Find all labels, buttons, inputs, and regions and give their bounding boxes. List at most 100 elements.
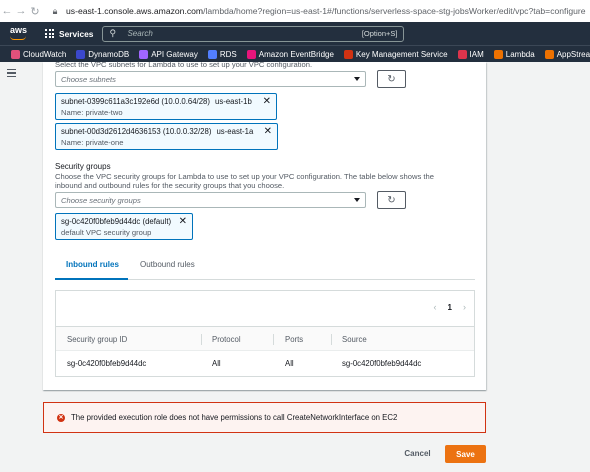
column-divider (331, 334, 332, 345)
refresh-icon: ↻ (387, 194, 396, 206)
remove-subnet-close-icon[interactable]: ✕ (264, 127, 272, 137)
url-host: us-east-1.console.aws.amazon.com (66, 6, 204, 16)
bookmark-label: Key Management Service (355, 49, 448, 59)
bookmark-label: AppStream 2.0 (556, 49, 590, 59)
security-groups-description-1: Choose the VPC security groups for Lambd… (55, 172, 434, 181)
security-groups-select-placeholder: Choose security groups (61, 195, 141, 205)
aws-logo-text: aws (10, 24, 28, 35)
search-bar[interactable]: ⚲ Search [Option+S] (102, 25, 405, 42)
bookmark-eventbridge[interactable]: Amazon EventBridge (246, 49, 334, 59)
bookmark-rds[interactable]: RDS (207, 49, 237, 59)
bookmark-appstream[interactable]: AppStream 2.0 (544, 49, 590, 59)
iam-icon (457, 49, 467, 59)
subnet-token-name: Name: private-two (61, 108, 123, 117)
bookmark-label: DynamoDB (88, 49, 130, 59)
rds-icon (207, 49, 217, 59)
subnet-token: subnet-0399c611a3c192e6d (10.0.0.64/28) u… (55, 93, 277, 120)
cloudwatch-icon (11, 49, 20, 59)
subnet-token-id-line: subnet-00d3d2612d4636153 (10.0.0.32/28) u… (61, 127, 272, 136)
search-icon: ⚲ (109, 28, 117, 38)
caret-down-icon (354, 77, 360, 81)
url-path: /lambda/home?region=us-east-1#/functions… (203, 6, 586, 16)
bookmark-label: Amazon EventBridge (258, 49, 334, 59)
address-field[interactable]: us-east-1.console.aws.amazon.com/lambda/… (66, 6, 586, 16)
forward-arrow-icon[interactable]: → (14, 5, 28, 17)
reload-icon[interactable]: ↻ (28, 5, 42, 18)
tab-inbound-rules[interactable]: Inbound rules (66, 260, 119, 269)
cell-ports: All (285, 359, 294, 368)
inbound-rules-table: ‹ 1 › Security group ID Protocol Ports S… (55, 290, 475, 377)
cell-protocol: All (212, 359, 221, 368)
rules-tabs: Inbound rules Outbound rules (55, 254, 475, 280)
bookmark-dynamodb[interactable]: DynamoDB (76, 49, 130, 59)
column-header-protocol: Protocol (212, 335, 241, 344)
bookmark-lambda[interactable]: Lambda (493, 49, 535, 59)
services-menu-button[interactable]: Services (45, 29, 93, 39)
bookmark-label: RDS (219, 49, 237, 59)
caret-down-icon (354, 198, 360, 202)
security-groups-description-2: inbound and outbound rules for the secur… (55, 181, 285, 190)
lambda-icon (493, 49, 503, 59)
search-shortcut-hint: [Option+S] (361, 29, 398, 38)
back-arrow-icon[interactable]: ← (0, 5, 14, 17)
security-groups-label: Security groups (55, 162, 111, 171)
bookmark-iam[interactable]: IAM (457, 49, 484, 59)
bookmark-label: Lambda (505, 49, 535, 59)
subnets-description: Select the VPC subnets for Lambda to use… (55, 60, 313, 69)
column-divider (273, 334, 274, 345)
error-icon: ✕ (57, 413, 65, 422)
security-groups-select[interactable]: Choose security groups (55, 192, 366, 208)
search-input[interactable]: Search (127, 29, 361, 38)
dynamodb-icon (76, 49, 86, 59)
refresh-security-groups-button[interactable]: ↻ (377, 191, 406, 209)
subnet-token-id: subnet-00d3d2612d4636153 (10.0.0.32/28) (61, 127, 212, 136)
remove-subnet-close-icon[interactable]: ✕ (263, 97, 271, 107)
table-row: sg-0c420f0bfeb9d44dc All All sg-0c420f0b… (56, 351, 474, 376)
bookmark-cloudwatch[interactable]: CloudWatch (11, 49, 67, 59)
hamburger-menu-icon[interactable] (7, 69, 16, 77)
browser-url-bar: ← → ↻ 🔒︎ us-east-1.console.aws.amazon.co… (0, 0, 590, 22)
grid-icon (45, 29, 54, 38)
tab-outbound-rules[interactable]: Outbound rules (140, 260, 195, 269)
current-page-number[interactable]: 1 (448, 303, 452, 312)
save-button[interactable]: Save (445, 445, 486, 463)
error-alert: ✕ The provided execution role does not h… (43, 402, 486, 433)
cell-source: sg-0c420f0bfeb9d44dc (342, 359, 422, 368)
security-group-token: sg-0c420f0bfeb9d44dc (default) default V… (55, 213, 193, 240)
column-divider (201, 334, 202, 345)
eventbridge-icon (246, 49, 256, 59)
services-label: Services (59, 28, 94, 39)
aws-top-nav: aws Services ⚲ Search [Option+S] (0, 22, 590, 45)
subnet-token-name: Name: private-one (61, 138, 124, 147)
bookmark-label: CloudWatch (23, 49, 67, 59)
next-page-chevron-icon[interactable]: › (463, 302, 466, 312)
active-tab-indicator (55, 278, 128, 280)
subnet-token-id-line: subnet-0399c611a3c192e6d (10.0.0.64/28) u… (61, 97, 271, 106)
error-message: The provided execution role does not hav… (71, 413, 398, 422)
refresh-subnets-button[interactable]: ↻ (377, 70, 406, 88)
kms-icon (343, 49, 353, 59)
subnet-token-id: subnet-0399c611a3c192e6d (10.0.0.64/28) (61, 97, 210, 106)
bookmark-kms[interactable]: Key Management Service (343, 49, 448, 59)
lock-icon[interactable]: 🔒︎ (50, 6, 60, 17)
cancel-button[interactable]: Cancel (400, 445, 435, 462)
previous-page-chevron-icon[interactable]: ‹ (434, 302, 437, 312)
bookmark-label: API Gateway (151, 49, 198, 59)
appstream-icon (544, 49, 554, 59)
column-header-security-group-id: Security group ID (67, 335, 128, 344)
refresh-icon: ↻ (387, 73, 396, 85)
remove-security-group-close-icon[interactable]: ✕ (179, 217, 187, 227)
column-header-ports: Ports (285, 335, 304, 344)
table-header-row: Security group ID Protocol Ports Source (56, 326, 474, 351)
aws-logo[interactable]: aws (10, 24, 30, 42)
subnet-token-zone: us-east-1b (214, 97, 252, 106)
subnets-select[interactable]: Choose subnets (55, 71, 366, 87)
bookmark-api-gateway[interactable]: API Gateway (139, 49, 198, 59)
cell-security-group-id: sg-0c420f0bfeb9d44dc (67, 359, 147, 368)
pagination: ‹ 1 › (434, 302, 466, 312)
security-group-token-id: sg-0c420f0bfeb9d44dc (default) (61, 217, 172, 226)
api-gateway-icon (139, 49, 149, 59)
bookmark-label: IAM (469, 49, 484, 59)
subnet-token-zone: us-east-1a (216, 127, 254, 136)
aws-smile-icon (10, 36, 26, 40)
